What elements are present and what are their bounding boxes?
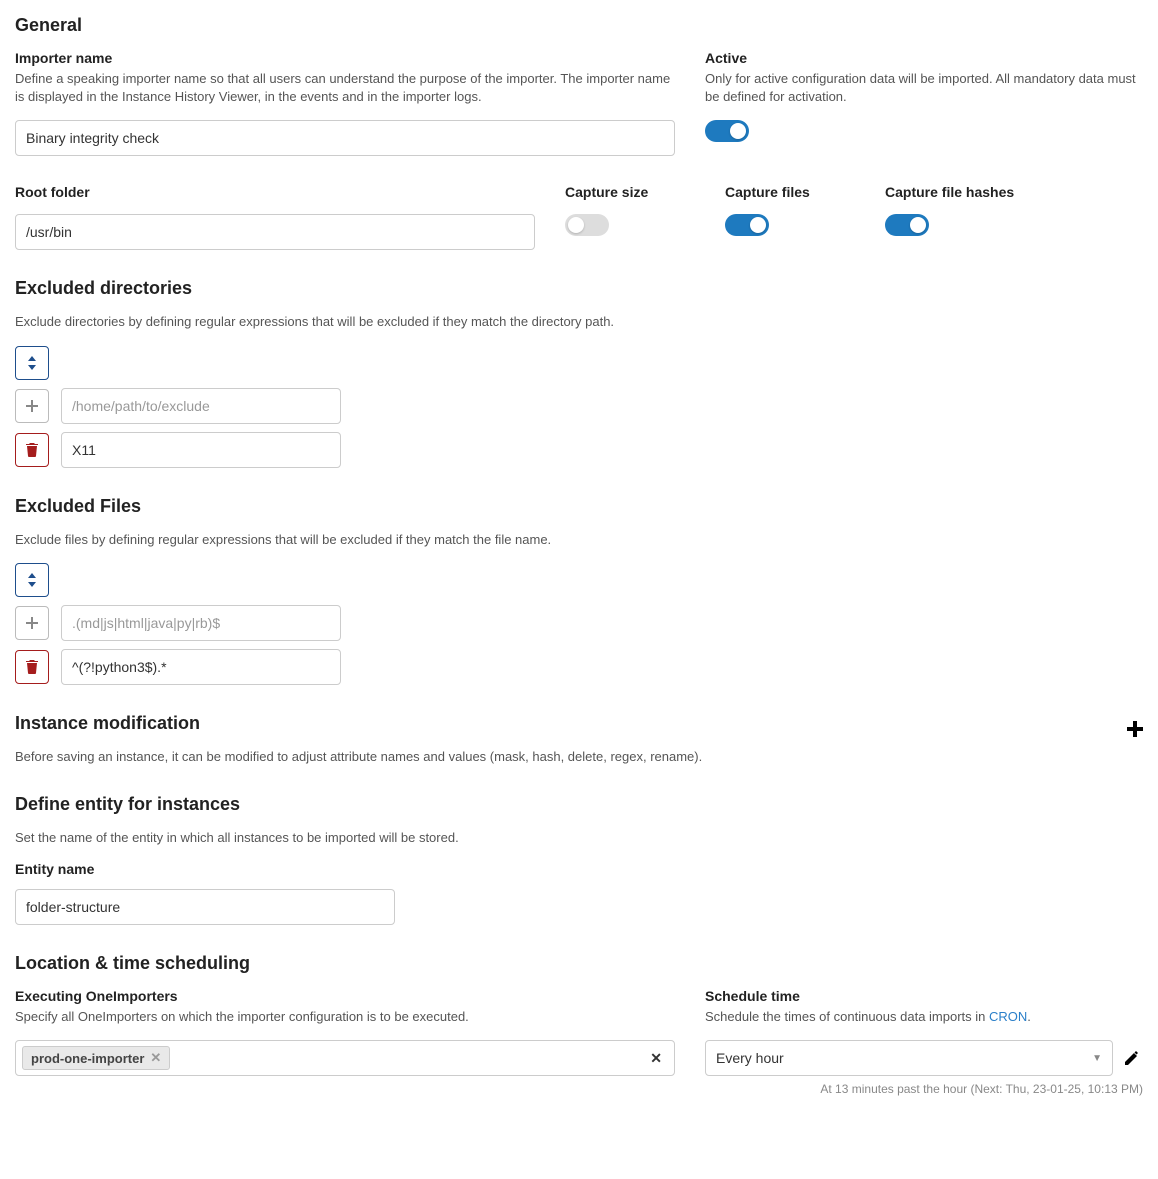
active-label: Active — [705, 50, 1143, 66]
sort-icon[interactable] — [15, 346, 49, 380]
entity-name-label: Entity name — [15, 861, 1143, 877]
add-modification-icon[interactable] — [1127, 717, 1143, 743]
importer-name-label: Importer name — [15, 50, 675, 66]
schedule-value: Every hour — [716, 1050, 784, 1066]
define-entity-desc: Set the name of the entity in which all … — [15, 829, 1143, 847]
executing-importers-field: Executing OneImporters Specify all OneIm… — [15, 988, 675, 1096]
excluded-dir-item-input[interactable] — [61, 432, 341, 468]
add-icon[interactable] — [15, 389, 49, 423]
define-entity-section: Define entity for instances Set the name… — [15, 794, 1143, 925]
executing-tag-container[interactable]: prod-one-importer ✕ ✕ — [15, 1040, 675, 1076]
excluded-dir-new-input[interactable] — [61, 388, 341, 424]
schedule-hint: At 13 minutes past the hour (Next: Thu, … — [705, 1082, 1143, 1096]
capture-size-label: Capture size — [565, 184, 695, 200]
trash-icon[interactable] — [15, 433, 49, 467]
schedule-label: Schedule time — [705, 988, 1143, 1004]
executing-desc: Specify all OneImporters on which the im… — [15, 1008, 675, 1026]
capture-files-toggle[interactable] — [725, 214, 769, 236]
capture-file-hashes-toggle[interactable] — [885, 214, 929, 236]
importer-name-field: Importer name Define a speaking importer… — [15, 50, 675, 156]
importer-tag[interactable]: prod-one-importer ✕ — [22, 1046, 170, 1070]
excluded-files-desc: Exclude files by defining regular expres… — [15, 531, 1143, 549]
active-field: Active Only for active configuration dat… — [705, 50, 1143, 156]
excluded-dirs-desc: Exclude directories by defining regular … — [15, 313, 1143, 331]
importer-name-input[interactable] — [15, 120, 675, 156]
root-folder-label: Root folder — [15, 184, 535, 200]
schedule-time-field: Schedule time Schedule the times of cont… — [705, 988, 1143, 1096]
root-folder-field: Root folder — [15, 184, 535, 250]
importer-tag-label: prod-one-importer — [31, 1051, 144, 1066]
root-folder-input[interactable] — [15, 214, 535, 250]
active-desc: Only for active configuration data will … — [705, 70, 1143, 106]
capture-file-hashes-field: Capture file hashes — [885, 184, 1015, 250]
excluded-files-heading: Excluded Files — [15, 496, 1143, 517]
capture-files-label: Capture files — [725, 184, 855, 200]
active-toggle[interactable] — [705, 120, 749, 142]
importer-name-desc: Define a speaking importer name so that … — [15, 70, 675, 106]
capture-size-toggle[interactable] — [565, 214, 609, 236]
excluded-file-item-input[interactable] — [61, 649, 341, 685]
general-section: General Importer name Define a speaking … — [15, 15, 1143, 156]
capture-size-field: Capture size — [565, 184, 695, 250]
trash-icon[interactable] — [15, 650, 49, 684]
excluded-files-section: Excluded Files Exclude files by defining… — [15, 496, 1143, 685]
edit-icon[interactable] — [1121, 1047, 1143, 1069]
add-icon[interactable] — [15, 606, 49, 640]
scheduling-section: Location & time scheduling Executing One… — [15, 953, 1143, 1096]
close-icon[interactable]: ✕ — [150, 1050, 161, 1066]
schedule-desc: Schedule the times of continuous data im… — [705, 1008, 1143, 1026]
excluded-file-new-input[interactable] — [61, 605, 341, 641]
schedule-dropdown[interactable]: Every hour ▼ — [705, 1040, 1113, 1076]
capture-files-field: Capture files — [725, 184, 855, 250]
capture-file-hashes-label: Capture file hashes — [885, 184, 1015, 200]
cron-link[interactable]: CRON — [989, 1009, 1027, 1024]
scheduling-heading: Location & time scheduling — [15, 953, 1143, 974]
root-folder-row: Root folder Capture size Capture files C… — [15, 184, 1143, 250]
clear-all-icon[interactable]: ✕ — [650, 1050, 668, 1067]
general-heading: General — [15, 15, 1143, 36]
excluded-directories-section: Excluded directories Exclude directories… — [15, 278, 1143, 467]
entity-name-input[interactable] — [15, 889, 395, 925]
define-entity-heading: Define entity for instances — [15, 794, 1143, 815]
instance-modification-section: Instance modification Before saving an i… — [15, 713, 1143, 766]
instance-modification-heading: Instance modification — [15, 713, 200, 734]
chevron-down-icon: ▼ — [1092, 1053, 1102, 1064]
sort-icon[interactable] — [15, 563, 49, 597]
excluded-dirs-heading: Excluded directories — [15, 278, 1143, 299]
instance-modification-desc: Before saving an instance, it can be mod… — [15, 748, 1143, 766]
executing-label: Executing OneImporters — [15, 988, 675, 1004]
